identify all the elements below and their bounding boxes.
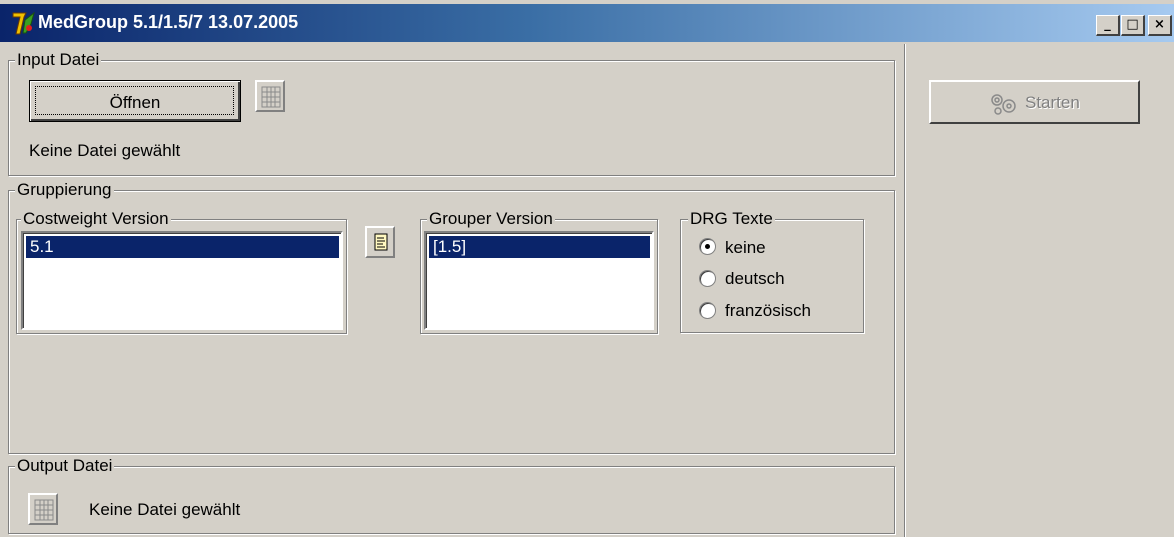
grouping-legend: Gruppierung bbox=[15, 180, 114, 199]
radio-franzoesisch[interactable] bbox=[699, 302, 716, 319]
grouper-item-selected[interactable]: [1.5] bbox=[429, 236, 650, 258]
grouper-listbox[interactable]: [1.5] bbox=[424, 231, 654, 330]
radio-deutsch[interactable] bbox=[699, 270, 716, 287]
grid-icon bbox=[261, 86, 281, 108]
input-browse-button[interactable] bbox=[255, 80, 285, 112]
grid-icon bbox=[34, 499, 54, 521]
gears-icon bbox=[991, 94, 1016, 115]
grouper-legend: Grouper Version bbox=[427, 209, 555, 228]
close-button[interactable]: × bbox=[1148, 15, 1172, 36]
title-bar[interactable]: MedGroup 5.1/1.5/7 13.07.2005 _ □ × bbox=[0, 4, 1174, 42]
document-icon bbox=[374, 233, 388, 251]
info-button[interactable] bbox=[365, 226, 395, 258]
window-title: MedGroup 5.1/1.5/7 13.07.2005 bbox=[38, 12, 299, 32]
output-browse-button[interactable] bbox=[28, 493, 58, 525]
minimize-button[interactable]: _ bbox=[1096, 15, 1120, 36]
costweight-item-selected[interactable]: 5.1 bbox=[26, 236, 339, 258]
medgroup-logo-icon bbox=[12, 11, 35, 35]
costweight-legend: Costweight Version bbox=[21, 209, 171, 228]
radio-deutsch-label[interactable]: deutsch bbox=[725, 269, 785, 289]
start-button[interactable]: Starten bbox=[929, 80, 1140, 124]
open-button-label: Öffnen bbox=[109, 93, 161, 112]
start-button-label: Starten bbox=[1025, 93, 1080, 112]
output-file-legend: Output Datei bbox=[15, 456, 115, 475]
drg-texts-legend: DRG Texte bbox=[688, 209, 775, 228]
main-window: MedGroup 5.1/1.5/7 13.07.2005 _ □ × Inpu… bbox=[0, 0, 1174, 537]
open-button[interactable]: Öffnen bbox=[29, 80, 241, 122]
radio-keine-label[interactable]: keine bbox=[725, 238, 766, 258]
output-file-status: Keine Datei gewählt bbox=[89, 500, 241, 519]
costweight-listbox[interactable]: 5.1 bbox=[21, 231, 343, 330]
input-file-legend: Input Datei bbox=[15, 50, 102, 69]
maximize-button[interactable]: □ bbox=[1121, 15, 1145, 36]
radio-keine[interactable] bbox=[699, 238, 716, 255]
panel-divider bbox=[904, 44, 906, 537]
input-file-status: Keine Datei gewählt bbox=[29, 141, 181, 160]
radio-franzoesisch-label[interactable]: französisch bbox=[725, 301, 811, 321]
